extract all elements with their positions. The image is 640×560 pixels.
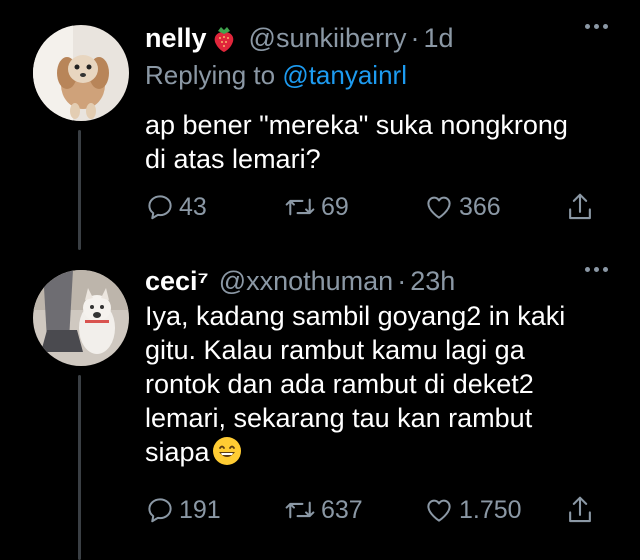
thread-line [78,375,81,560]
time-separator: · [410,22,420,53]
tweet-text-line: ap bener "mereka" suka nongkrong [145,110,568,140]
heart-icon [427,499,451,522]
tweet[interactable]: nelly @sunkiiberry · 1d Replying to @tan… [0,0,640,250]
tweet-header: nelly @sunkiiberry · 1d [145,20,610,56]
retweet-icon [285,501,315,519]
replying-prefix: Replying to [145,60,276,90]
avatar[interactable] [33,270,129,366]
reply-button[interactable]: 43 [145,190,207,224]
reply-icon [148,195,172,220]
more-icon[interactable] [585,24,608,29]
timestamp[interactable]: 23h [410,266,455,297]
retweet-count: 69 [321,192,349,221]
share-icon [569,496,591,523]
retweet-button[interactable]: 69 [283,190,349,224]
share-button[interactable] [565,190,595,224]
retweet-icon [285,198,315,216]
reply-count: 43 [179,192,207,221]
tweet-text-line: lemari, sekarang tau kan rambut [145,403,533,433]
reply-count: 191 [179,495,221,524]
thread-line [78,130,81,250]
tweet-text-line: rontok dan ada rambut di deket2 [145,369,534,399]
display-name[interactable]: ceci⁷ [145,266,209,297]
replying-to: Replying to @tanyainrl [145,60,407,91]
strawberry-emoji-icon [214,27,233,52]
tweet-text-line: Iya, kadang sambil goyang2 in kaki [145,301,566,331]
like-count: 366 [459,192,501,221]
like-button[interactable]: 366 [423,190,501,224]
tweet-actions: 43 69 366 [145,190,605,224]
display-name[interactable]: nelly [145,23,207,54]
tweet-text: Iya, kadang sambil goyang2 in kaki gitu.… [145,299,610,469]
avatar[interactable] [33,25,129,121]
tweet-text-line: di atas lemari? [145,144,321,174]
grinning-face-emoji-icon [212,437,241,465]
tweet-text: ap bener "mereka" suka nongkrong di atas… [145,108,610,176]
share-icon [569,193,591,220]
like-count: 1.750 [459,495,522,524]
puppy-avatar-image [33,25,129,121]
tweet-text-fragment: siapa [145,437,210,467]
time-separator: · [397,265,407,296]
heart-icon [427,196,451,219]
retweet-button[interactable]: 637 [283,493,363,527]
tweet-header: ceci⁷ @xxnothuman · 23h [145,263,610,299]
handle[interactable]: @sunkiiberry [249,23,407,54]
like-button[interactable]: 1.750 [423,493,522,527]
retweet-count: 637 [321,495,363,524]
handle[interactable]: @xxnothuman [219,266,394,297]
tweet[interactable]: ceci⁷ @xxnothuman · 23h Iya, kadang samb… [0,250,640,560]
more-icon[interactable] [585,267,608,272]
share-button[interactable] [565,493,595,527]
tweet-actions: 191 637 1.750 [145,493,605,527]
reply-button[interactable]: 191 [145,493,221,527]
cat-avatar-image [33,270,129,366]
replying-mention-link[interactable]: @tanyainrl [282,60,407,90]
reply-icon [148,498,172,523]
timestamp[interactable]: 1d [423,23,453,54]
tweet-text-line-last: siapa [145,435,610,469]
tweet-text-line: gitu. Kalau rambut kamu lagi ga [145,335,525,365]
